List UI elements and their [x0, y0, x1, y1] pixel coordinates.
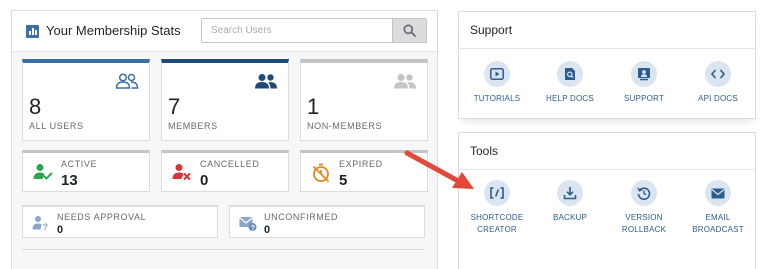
- active-label: ACTIVE: [61, 159, 98, 169]
- api-docs-label: API DOCS: [698, 94, 738, 103]
- members-count: 7: [168, 94, 181, 119]
- support-label: SUPPORT: [624, 94, 664, 103]
- members-label: MEMBERS: [168, 121, 218, 131]
- search-users-input[interactable]: [202, 19, 392, 42]
- user-check-icon: [33, 164, 53, 180]
- timer-off-icon: [312, 163, 330, 183]
- tile-icon-circle: [705, 180, 731, 206]
- search-icon: [403, 24, 416, 37]
- needs-approval-label: NEEDS APPROVAL: [57, 212, 147, 222]
- stat-card-unconfirmed[interactable]: ? UNCONFIRMED 0: [229, 205, 425, 238]
- users-grey-icon: [394, 74, 416, 89]
- stats-title: Your Membership Stats: [46, 23, 181, 38]
- support-panel: Support TUTORIALS HELP DOCS SUPPORT API …: [458, 11, 756, 119]
- search-users-box: [201, 18, 427, 43]
- user-question-icon: ?: [32, 216, 49, 231]
- tile-icon-circle: [557, 61, 583, 87]
- tile-icon-circle: [631, 61, 657, 87]
- tile-icon-circle: [484, 61, 510, 87]
- tutorials-label: TUTORIALS: [473, 94, 521, 103]
- stat-card-needs-approval[interactable]: ? NEEDS APPROVAL 0: [22, 205, 218, 238]
- cancelled-count: 0: [200, 172, 209, 189]
- version-rollback-label: VERSION ROLLBACK: [608, 212, 680, 236]
- stat-card-members[interactable]: 7 MEMBERS: [161, 59, 289, 141]
- expired-count: 5: [339, 172, 348, 189]
- stat-card-non-members[interactable]: 1 NON-MEMBERS: [300, 59, 428, 141]
- svg-text:?: ?: [251, 225, 255, 231]
- stat-card-active[interactable]: ACTIVE 13: [22, 150, 150, 192]
- tool-label-line2: ROLLBACK: [621, 225, 667, 234]
- backup-label: BACKUP: [534, 212, 606, 224]
- tile-icon-circle: [484, 180, 510, 206]
- cancelled-label: CANCELLED: [200, 159, 260, 169]
- support-item-api-docs[interactable]: API DOCS: [682, 61, 754, 105]
- tool-label-line2: BROADCAST: [692, 225, 744, 234]
- support-item-help-docs[interactable]: HELP DOCS: [534, 61, 606, 105]
- tile-icon-circle: [557, 180, 583, 206]
- tool-item-backup[interactable]: BACKUP: [534, 180, 606, 224]
- support-contact-icon: [638, 68, 650, 81]
- tool-label-line1: EMAIL: [705, 213, 731, 222]
- users-outline-icon: [115, 73, 139, 89]
- tool-item-version-rollback[interactable]: VERSION ROLLBACK: [608, 180, 680, 236]
- divider: [22, 249, 424, 250]
- email-broadcast-label: EMAIL BROADCAST: [682, 212, 754, 236]
- all-users-count: 8: [29, 94, 42, 119]
- tool-label-line1: SHORTCODE: [470, 213, 524, 222]
- divider: [459, 48, 755, 49]
- unconfirmed-label: UNCONFIRMED: [264, 212, 339, 222]
- shortcode-creator-label: SHORTCODE CREATOR: [461, 212, 533, 236]
- user-x-icon: [172, 164, 191, 181]
- non-members-label: NON-MEMBERS: [307, 121, 383, 131]
- non-members-count: 1: [307, 94, 320, 119]
- mail-question-icon: ?: [239, 217, 257, 231]
- download-tray-icon: [563, 187, 577, 200]
- help-docs-label: HELP DOCS: [546, 94, 594, 103]
- tools-panel: Tools SHORTCODE CREATOR BACKUP VERSION ROL…: [458, 132, 756, 269]
- tool-item-email-broadcast[interactable]: EMAIL BROADCAST: [682, 180, 754, 236]
- search-button[interactable]: [392, 19, 426, 42]
- email-icon: [711, 188, 725, 198]
- all-users-label: ALL USERS: [29, 121, 84, 131]
- code-icon: [711, 69, 725, 79]
- users-solid-icon: [255, 74, 277, 89]
- support-title: Support: [470, 23, 513, 37]
- rollback-icon: [637, 187, 651, 200]
- unconfirmed-count: 0: [264, 224, 271, 236]
- support-item-tutorials[interactable]: TUTORIALS: [461, 61, 533, 105]
- search-doc-icon: [565, 68, 575, 80]
- needs-approval-count: 0: [57, 224, 64, 236]
- annotation-arrow: [404, 150, 474, 189]
- shortcode-icon: [490, 187, 504, 199]
- tool-label-line1: VERSION: [625, 213, 663, 222]
- bar-chart-icon: [26, 25, 39, 38]
- tool-label-line2: CREATOR: [477, 225, 517, 234]
- tool-label-line1: BACKUP: [552, 213, 588, 222]
- video-icon: [490, 68, 504, 80]
- divider: [459, 169, 755, 170]
- stat-card-cancelled[interactable]: CANCELLED 0: [161, 150, 289, 192]
- stat-card-all-users[interactable]: 8 ALL USERS: [22, 59, 150, 141]
- tile-icon-circle: [631, 180, 657, 206]
- svg-text:?: ?: [43, 222, 49, 231]
- stats-header: Your Membership Stats: [12, 11, 437, 52]
- active-count: 13: [61, 172, 78, 189]
- expired-label: EXPIRED: [339, 159, 383, 169]
- tile-icon-circle: [705, 61, 731, 87]
- support-item-support[interactable]: SUPPORT: [608, 61, 680, 105]
